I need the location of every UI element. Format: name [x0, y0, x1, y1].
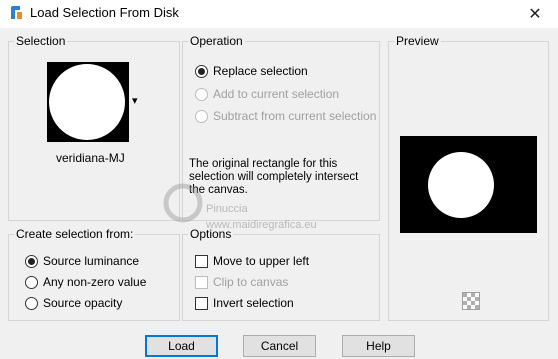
- radio-indicator: [25, 254, 38, 268]
- close-icon: ✕: [528, 6, 542, 23]
- selection-dropdown-icon[interactable]: ▾: [132, 94, 138, 107]
- load-button[interactable]: Load: [145, 335, 218, 357]
- radio-indicator: [25, 296, 38, 310]
- checkbox-invert-selection[interactable]: Invert selection: [195, 296, 294, 310]
- watermark-name: Pinuccia: [206, 203, 248, 215]
- cancel-button[interactable]: Cancel: [243, 335, 316, 357]
- operation-message: The original rectangle for this selectio…: [189, 158, 359, 196]
- checkbox-clip-to-canvas[interactable]: Clip to canvas: [195, 275, 288, 289]
- title-bar: Load Selection From Disk ✕: [0, 0, 558, 28]
- close-button[interactable]: ✕: [512, 0, 558, 28]
- checkbox-move-to-upper-left[interactable]: Move to upper left: [195, 254, 309, 268]
- selection-group-label: Selection: [14, 34, 68, 48]
- checkbox-indicator: [195, 296, 208, 310]
- preview-image: [400, 136, 537, 233]
- app-icon: [11, 6, 22, 19]
- selection-file-name: veridiana-MJ: [56, 151, 125, 165]
- selection-thumbnail-image: [49, 64, 125, 140]
- radio-subtract-from-current-selection[interactable]: Subtract from current selection: [195, 109, 376, 123]
- checkbox-indicator: [195, 275, 208, 289]
- radio-any-non-zero-value[interactable]: Any non-zero value: [25, 275, 146, 289]
- radio-indicator: [195, 64, 208, 78]
- create-from-group-label: Create selection from:: [14, 227, 136, 241]
- help-button[interactable]: Help: [342, 335, 415, 357]
- checkerboard-toggle-button[interactable]: [462, 292, 480, 310]
- window-title: Load Selection From Disk: [30, 5, 179, 20]
- checkerboard-icon: [463, 293, 479, 309]
- preview-group-label: Preview: [394, 34, 441, 48]
- checkbox-indicator: [195, 254, 208, 268]
- selection-thumbnail[interactable]: [47, 62, 129, 142]
- radio-source-opacity[interactable]: Source opacity: [25, 296, 122, 310]
- radio-indicator: [25, 275, 38, 289]
- watermark-url: www.maidiregrafica.eu: [206, 219, 317, 231]
- operation-group-label: Operation: [188, 34, 245, 48]
- radio-indicator: [195, 87, 208, 101]
- radio-add-to-current-selection[interactable]: Add to current selection: [195, 87, 339, 101]
- radio-replace-selection[interactable]: Replace selection: [195, 64, 308, 78]
- watermark-logo: [163, 183, 203, 223]
- radio-indicator: [195, 109, 208, 123]
- radio-source-luminance[interactable]: Source luminance: [25, 254, 139, 268]
- preview-image-graphic: [428, 152, 494, 218]
